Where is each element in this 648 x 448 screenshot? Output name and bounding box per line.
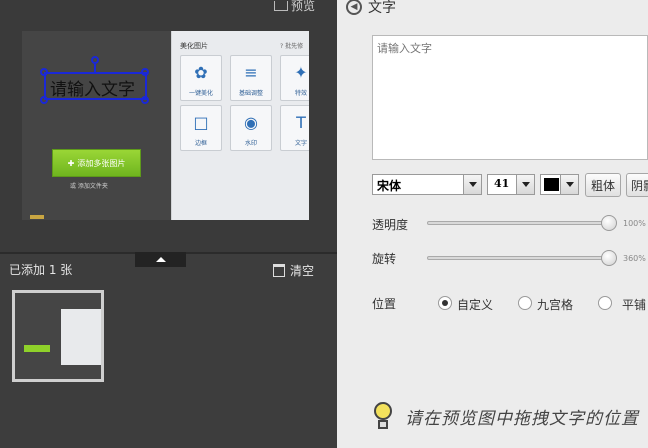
- tool-text: T 文字: [280, 105, 309, 151]
- logo-icon: [30, 215, 44, 219]
- text-layer-content: 请输入文字: [50, 80, 135, 100]
- back-button[interactable]: ◀ 文字: [346, 0, 396, 17]
- add-button-label: 添加多张图片: [77, 158, 126, 168]
- magic-wand-icon: ✦: [294, 62, 308, 82]
- tool-label: 文字: [294, 140, 307, 147]
- added-count: 已添加 1 张: [9, 263, 73, 277]
- tool-frame: □ 边框: [180, 105, 222, 151]
- tool-watermark: ◉ 水印: [230, 105, 272, 151]
- chevron-down-icon: [516, 175, 534, 194]
- watermark-icon: ◉: [244, 112, 258, 132]
- clear-label: 清空: [290, 264, 315, 278]
- preview-label: 预览: [291, 0, 316, 13]
- font-size-select[interactable]: 41: [487, 174, 535, 195]
- plus-icon: ✚: [67, 158, 75, 168]
- tools-panel: 美化图片 ? 批先修 ✿ 一键美化 ≡ 基础调整 ✦ 特效 □ 边框 ◉ 水印 …: [171, 31, 309, 220]
- opacity-label: 透明度: [372, 218, 409, 232]
- chevron-down-icon: [560, 175, 578, 194]
- opacity-value: 100%: [623, 219, 646, 228]
- tool-effects: ✦ 特效: [280, 55, 309, 101]
- tool-one-click-beautify: ✿ 一键美化: [180, 55, 222, 101]
- text-layer[interactable]: 请输入文字: [44, 72, 147, 100]
- resize-handle-top-left[interactable]: [40, 68, 48, 76]
- position-radio-custom[interactable]: [438, 296, 452, 310]
- resize-handle-bottom-left[interactable]: [40, 96, 48, 104]
- position-label-custom: 自定义: [457, 298, 494, 312]
- position-label-grid: 九宫格: [537, 298, 574, 312]
- lightbulb-icon: [372, 398, 394, 432]
- tool-basic-adjust: ≡ 基础调整: [230, 55, 272, 101]
- position-label: 位置: [372, 297, 397, 311]
- font-size-value: 41: [494, 177, 510, 190]
- color-swatch: [544, 178, 559, 191]
- font-family-value: 宋体: [377, 179, 402, 193]
- rotate-slider-knob[interactable]: [601, 250, 617, 266]
- shadow-button[interactable]: 阴影: [626, 173, 648, 197]
- help-icon: ?: [280, 43, 284, 50]
- image-thumbnail[interactable]: [12, 290, 104, 382]
- clear-button[interactable]: 清空: [273, 262, 314, 279]
- tool-label: 特效: [294, 90, 307, 97]
- preview-area: 预览 ✚ 添加多张图片 或 添加文件夹 美化图片 ? 批先修 ✿ 一键美化 ≡ …: [0, 0, 337, 252]
- left-pane: 预览 ✚ 添加多张图片 或 添加文件夹 美化图片 ? 批先修 ✿ 一键美化 ≡ …: [0, 0, 337, 448]
- add-folder-link: 或 添加文件夹: [70, 183, 108, 190]
- opacity-slider-knob[interactable]: [601, 215, 617, 231]
- position-radio-tile[interactable]: [598, 296, 612, 310]
- preview-icon: [274, 0, 288, 11]
- tools-help-label: 批先修: [285, 43, 304, 50]
- text-input[interactable]: [372, 35, 648, 160]
- rotate-handle[interactable]: [91, 56, 99, 64]
- add-multiple-images-button: ✚ 添加多张图片: [52, 149, 141, 177]
- text-icon: T: [296, 112, 306, 132]
- rotate-value: 360%: [623, 254, 646, 263]
- tool-label: 边框: [194, 140, 207, 147]
- flower-icon: ✿: [194, 62, 208, 82]
- rotate-track[interactable]: [427, 256, 615, 260]
- bold-button[interactable]: 粗体: [585, 173, 621, 197]
- tool-label: 一键美化: [188, 90, 213, 97]
- tool-label: 基础调整: [238, 90, 263, 97]
- collapse-toggle[interactable]: [135, 252, 186, 267]
- drag-tip: 请在预览图中拖拽文字的位置: [405, 409, 639, 429]
- resize-handle-bottom-right[interactable]: [141, 96, 149, 104]
- rotate-label: 旋转: [372, 252, 397, 266]
- resize-handle-top-right[interactable]: [141, 68, 149, 76]
- frame-icon: □: [193, 112, 209, 132]
- position-radio-grid[interactable]: [518, 296, 532, 310]
- preview-canvas[interactable]: ✚ 添加多张图片 或 添加文件夹 美化图片 ? 批先修 ✿ 一键美化 ≡ 基础调…: [22, 31, 309, 220]
- tools-title: 美化图片: [180, 42, 208, 50]
- chevron-down-icon: [463, 175, 481, 194]
- position-label-tile: 平铺: [622, 298, 647, 312]
- trash-icon: [273, 264, 285, 277]
- back-arrow-icon: ◀: [346, 0, 362, 15]
- text-color-select[interactable]: [540, 174, 579, 195]
- panel-title: 文字: [368, 0, 396, 16]
- preview-toggle[interactable]: 预览: [274, 0, 315, 14]
- thumbnail-panel: [61, 309, 101, 365]
- chevron-up-icon: [155, 257, 166, 262]
- tool-label: 水印: [244, 140, 257, 147]
- thumbnail-button: [24, 345, 50, 352]
- opacity-track[interactable]: [427, 221, 615, 225]
- sliders-icon: ≡: [244, 62, 258, 82]
- text-settings-panel: ◀ 文字 宋体 41 粗体 阴影 透明度 100% 旋转 360% 位置 自定义…: [337, 0, 648, 448]
- tools-help: ? 批先修: [280, 41, 303, 50]
- font-family-select[interactable]: 宋体: [372, 174, 482, 195]
